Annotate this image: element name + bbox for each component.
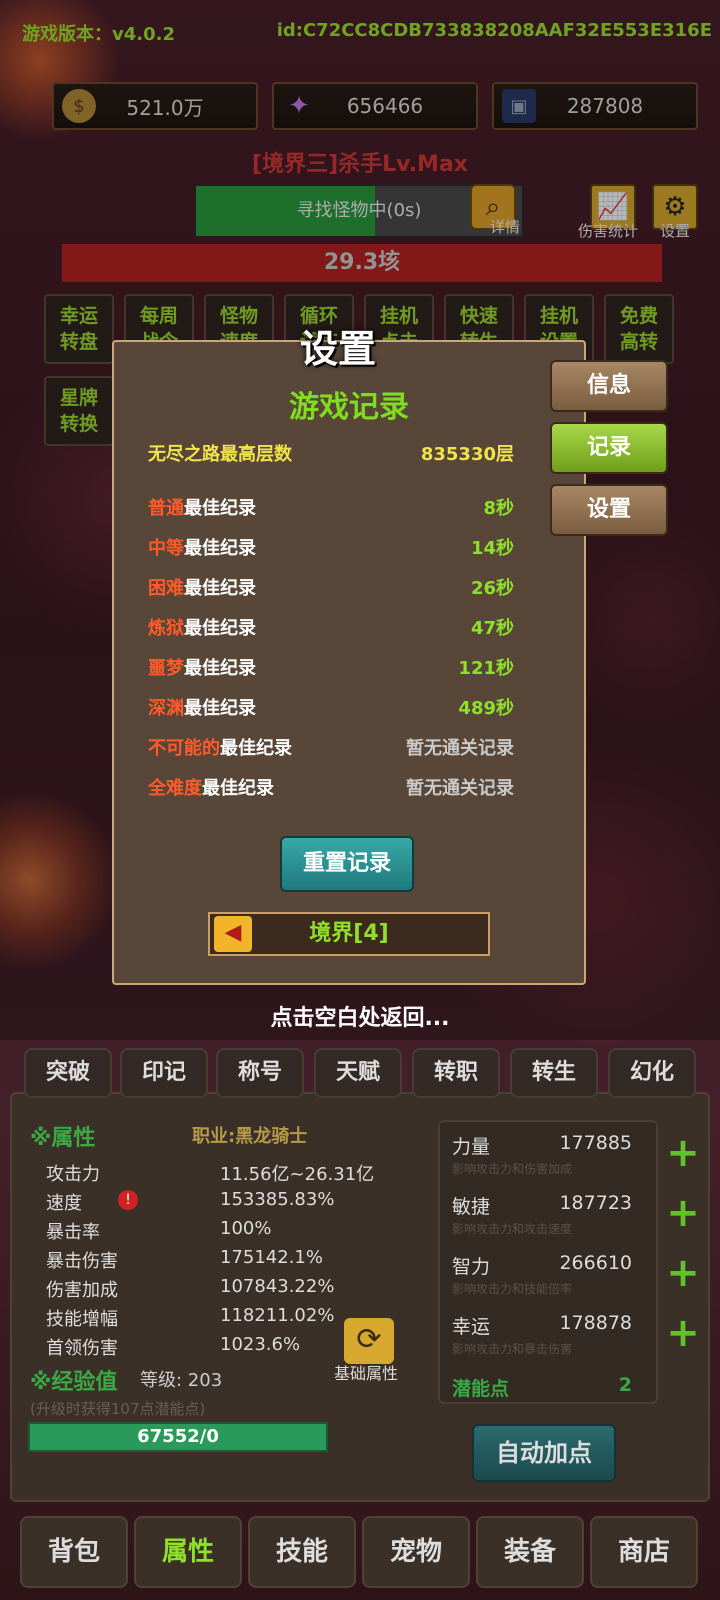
attr-title: ※属性 <box>30 1126 96 1151</box>
records-title: 游戏记录 <box>289 390 409 425</box>
stat-desc: 影响攻击力和技能倍率 <box>452 1282 573 1296</box>
stat-desc: 影响攻击力和暴击伤害 <box>452 1342 573 1356</box>
tab-rebirth[interactable]: 转生 <box>510 1048 598 1098</box>
back-arrow-icon[interactable]: ◀ <box>214 916 252 952</box>
attr-value: 153385.83% <box>220 1189 335 1210</box>
nav-attributes[interactable]: 属性 <box>134 1516 242 1588</box>
attr-label: 技能增幅 <box>46 1309 118 1330</box>
tab-records[interactable]: 记录 <box>550 422 668 474</box>
record-row: 中等最佳纪录 14秒 <box>148 538 514 559</box>
attr-label: 伤害加成 <box>46 1280 118 1301</box>
nav-pets[interactable]: 宠物 <box>362 1516 470 1588</box>
attr-value: 1023.6% <box>220 1334 301 1355</box>
stat-row: 力量 177885 <box>452 1132 632 1158</box>
attr-value: 11.56亿~26.31亿 <box>220 1164 375 1185</box>
add-luck-icon[interactable]: + <box>666 1313 700 1353</box>
exp-hint: (升级时获得107点潜能点) <box>30 1400 206 1418</box>
auto-assign-button[interactable]: 自动加点 <box>472 1424 616 1482</box>
record-row: 深渊最佳纪录 489秒 <box>148 698 514 719</box>
stat-row: 智力 266610 <box>452 1252 632 1278</box>
attr-value: 100% <box>220 1218 272 1239</box>
close-hint: 点击空白处返回... <box>270 1006 450 1031</box>
dialog-title: 设置 <box>300 327 377 371</box>
stat-row: 敏捷 187723 <box>452 1192 632 1218</box>
stat-desc: 影响攻击力和伤害加成 <box>452 1162 573 1176</box>
tab-talent[interactable]: 天赋 <box>314 1048 402 1098</box>
stat-row: 幸运 178878 <box>452 1312 632 1338</box>
tab-mark[interactable]: 印记 <box>120 1048 208 1098</box>
tab-settings[interactable]: 设置 <box>550 484 668 536</box>
attr-label: 首领伤害 <box>46 1338 118 1359</box>
attr-label: 暴击伤害 <box>46 1251 118 1272</box>
record-row: 困难最佳纪录 26秒 <box>148 578 514 599</box>
attr-label: 速度 <box>46 1193 82 1214</box>
endless-record-row: 无尽之路最高层数 835330层 <box>148 444 514 465</box>
nav-equipment[interactable]: 装备 <box>476 1516 584 1588</box>
attr-value: 107843.22% <box>220 1276 335 1297</box>
realm-selector[interactable]: ◀ 境界[4] <box>208 912 490 956</box>
exp-bar: 67552/0 <box>28 1422 328 1452</box>
job-label: 职业:黑龙骑士 <box>192 1126 308 1147</box>
reset-records-button[interactable]: 重置记录 <box>280 836 414 892</box>
nav-bag[interactable]: 背包 <box>20 1516 128 1588</box>
add-intellect-icon[interactable]: + <box>666 1253 700 1293</box>
exp-title: ※经验值 <box>30 1370 118 1395</box>
stat-desc: 影响攻击力和攻击速度 <box>452 1222 573 1236</box>
record-row: 全难度最佳纪录 暂无通关记录 <box>148 778 514 799</box>
tab-info[interactable]: 信息 <box>550 360 668 412</box>
tab-breakthrough[interactable]: 突破 <box>24 1048 112 1098</box>
base-attr-label: 基础属性 <box>334 1364 399 1383</box>
tab-title[interactable]: 称号 <box>216 1048 304 1098</box>
attr-label: 暴击率 <box>46 1222 100 1243</box>
add-agility-icon[interactable]: + <box>666 1193 700 1233</box>
attr-value: 118211.02% <box>220 1305 335 1326</box>
nav-skills[interactable]: 技能 <box>248 1516 356 1588</box>
nav-shop[interactable]: 商店 <box>590 1516 698 1588</box>
tab-class-change[interactable]: 转职 <box>412 1048 500 1098</box>
potential-row: 潜能点 2 <box>452 1374 632 1400</box>
record-row: 噩梦最佳纪录 121秒 <box>148 658 514 679</box>
record-row: 炼狱最佳纪录 47秒 <box>148 618 514 639</box>
record-row: 普通最佳纪录 8秒 <box>148 498 514 519</box>
attr-label: 攻击力 <box>46 1164 100 1185</box>
add-strength-icon[interactable]: + <box>666 1133 700 1173</box>
tab-transform[interactable]: 幻化 <box>608 1048 696 1098</box>
warning-icon[interactable]: ! <box>118 1190 138 1210</box>
level-label: 等级: 203 <box>140 1370 223 1391</box>
refresh-icon[interactable]: ⟳ <box>344 1318 394 1364</box>
attr-value: 175142.1% <box>220 1247 323 1268</box>
record-row: 不可能的最佳纪录 暂无通关记录 <box>148 738 514 759</box>
